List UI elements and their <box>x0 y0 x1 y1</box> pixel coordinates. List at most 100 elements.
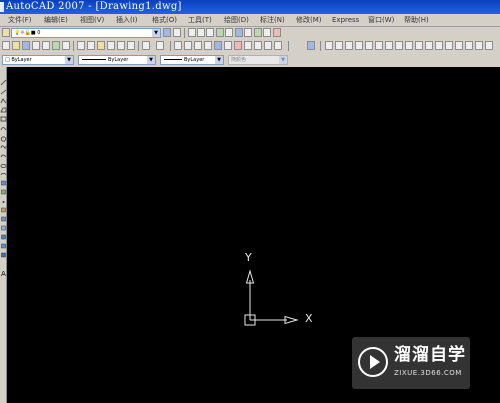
menu-format[interactable]: 格式(O) <box>152 15 177 26</box>
plot-icon[interactable] <box>62 41 70 50</box>
watermark-url: ZIXUE.3D66.COM <box>394 369 462 377</box>
tool-palette-icon[interactable] <box>273 28 281 37</box>
window-title: AutoCAD 2007 - [Drawing1.dwg] <box>6 1 182 12</box>
layer-lightbulb-icon: 💡☼🔓■ <box>14 30 38 36</box>
redo-icon[interactable] <box>156 41 164 50</box>
chevron-down-icon: ▼ <box>65 56 73 64</box>
separator <box>184 28 185 38</box>
markup-icon[interactable] <box>254 41 262 50</box>
menu-tools[interactable]: 工具(T) <box>188 15 212 26</box>
title-bar: AutoCAD 2007 - [Drawing1.dwg] <box>0 0 500 14</box>
chevron-down-icon: ▼ <box>147 56 155 64</box>
undo-icon[interactable] <box>142 41 150 50</box>
help-icon[interactable] <box>274 41 282 50</box>
ordinate-dimension-icon[interactable] <box>355 41 363 50</box>
layer-manager-button[interactable] <box>2 28 10 37</box>
dimension-update-icon[interactable] <box>485 41 493 50</box>
help-question-icon[interactable] <box>307 41 315 50</box>
watermark-name: 溜溜自学 <box>394 345 466 365</box>
dimension-text-edit-icon[interactable] <box>475 41 483 50</box>
angular-dimension-icon[interactable] <box>395 41 403 50</box>
design-center-icon[interactable] <box>263 28 271 37</box>
menu-view[interactable]: 视图(V) <box>80 15 104 26</box>
quickcalc-icon[interactable] <box>254 28 262 37</box>
menu-file[interactable]: 文件(F) <box>8 15 32 26</box>
center-mark-icon[interactable] <box>455 41 463 50</box>
view-icon[interactable] <box>244 28 252 37</box>
properties-icon[interactable] <box>214 41 222 50</box>
jogged-dimension-icon[interactable] <box>375 41 383 50</box>
color-combo[interactable]: □ ByLayer ▼ <box>2 55 74 65</box>
plotstyle-combo: 随颜色 ▼ <box>228 55 288 65</box>
open-file-icon[interactable] <box>12 41 20 50</box>
chevron-down-icon: ▼ <box>215 56 223 64</box>
watermark: 溜溜自学 ZIXUE.3D66.COM <box>352 337 470 389</box>
make-object-layer-current-button[interactable] <box>163 28 171 37</box>
menu-help[interactable]: 帮助(H) <box>404 15 429 26</box>
tool-palettes-button[interactable] <box>234 41 242 50</box>
layers-toolbar: 💡☼🔓■ 0 ▼ <box>0 27 500 40</box>
lineweight-preview-icon <box>164 59 182 60</box>
sheet-set-icon[interactable] <box>244 41 252 50</box>
table-style-icon[interactable] <box>225 28 233 37</box>
linetype-combo[interactable]: ByLayer ▼ <box>78 55 156 65</box>
diameter-dimension-icon[interactable] <box>385 41 393 50</box>
text-style-icon[interactable] <box>188 28 196 37</box>
copy-icon[interactable] <box>87 41 95 50</box>
menu-bar: 文件(F) 编辑(E) 视图(V) 插入(I) 格式(O) 工具(T) 绘图(D… <box>0 14 500 27</box>
text-style-a-icon[interactable] <box>197 28 205 37</box>
linear-dimension-icon[interactable] <box>325 41 333 50</box>
lineweight-combo[interactable]: ByLayer ▼ <box>160 55 224 65</box>
linetype-value: ByLayer <box>108 57 129 63</box>
print-preview-icon[interactable] <box>42 41 50 50</box>
zoom-previous-icon[interactable] <box>204 41 212 50</box>
properties-toolbar: □ ByLayer ▼ ByLayer ▼ ByLayer ▼ 随颜色 ▼ <box>0 54 500 67</box>
paste-icon[interactable] <box>97 41 105 50</box>
quick-leader-icon[interactable] <box>435 41 443 50</box>
save-icon[interactable] <box>22 41 30 50</box>
separator <box>73 41 74 51</box>
publish-icon[interactable] <box>52 41 60 50</box>
continue-dimension-icon[interactable] <box>425 41 433 50</box>
autocad-app-icon[interactable] <box>0 2 4 12</box>
print-icon[interactable] <box>32 41 40 50</box>
radius-dimension-icon[interactable] <box>365 41 373 50</box>
menu-edit[interactable]: 编辑(E) <box>44 15 68 26</box>
calculator-icon[interactable] <box>264 41 272 50</box>
design-center-button[interactable] <box>224 41 232 50</box>
layer-current-value: 0 <box>37 30 41 36</box>
separator <box>138 41 139 51</box>
menu-modify[interactable]: 修改(M) <box>296 15 322 26</box>
new-file-icon[interactable] <box>2 41 10 50</box>
layer-previous-button[interactable] <box>173 28 181 37</box>
block-editor-icon[interactable] <box>117 41 125 50</box>
text-style-aa-icon[interactable] <box>206 28 214 37</box>
menu-insert[interactable]: 插入(I) <box>116 15 138 26</box>
arc-length-icon[interactable] <box>345 41 353 50</box>
menu-draw[interactable]: 绘图(D) <box>224 15 249 26</box>
cut-icon[interactable] <box>77 41 85 50</box>
ucs-y-label: Y <box>245 251 252 264</box>
quick-dimension-icon[interactable] <box>405 41 413 50</box>
zoom-window-icon[interactable] <box>194 41 202 50</box>
dimension-style-icon[interactable] <box>216 28 224 37</box>
aligned-dimension-icon[interactable] <box>335 41 343 50</box>
match-properties-icon[interactable] <box>107 41 115 50</box>
separator <box>288 41 289 51</box>
menu-dimension[interactable]: 标注(N) <box>260 15 285 26</box>
paint-brush-icon[interactable] <box>127 41 135 50</box>
color-value: ByLayer <box>11 57 32 63</box>
menu-express[interactable]: Express <box>332 15 359 26</box>
dimension-edit-icon[interactable] <box>465 41 473 50</box>
separator <box>320 41 321 51</box>
multileader-icon[interactable] <box>235 28 243 37</box>
baseline-dimension-icon[interactable] <box>415 41 423 50</box>
draw-tools-icons[interactable]: A <box>0 67 7 403</box>
menu-window[interactable]: 窗口(W) <box>368 15 394 26</box>
zoom-realtime-icon[interactable] <box>184 41 192 50</box>
standard-toolbar <box>0 40 500 53</box>
pan-icon[interactable] <box>174 41 182 50</box>
layer-combo[interactable]: 💡☼🔓■ 0 ▼ <box>11 28 161 38</box>
tolerance-icon[interactable] <box>445 41 453 50</box>
chevron-down-icon: ▼ <box>152 29 160 37</box>
